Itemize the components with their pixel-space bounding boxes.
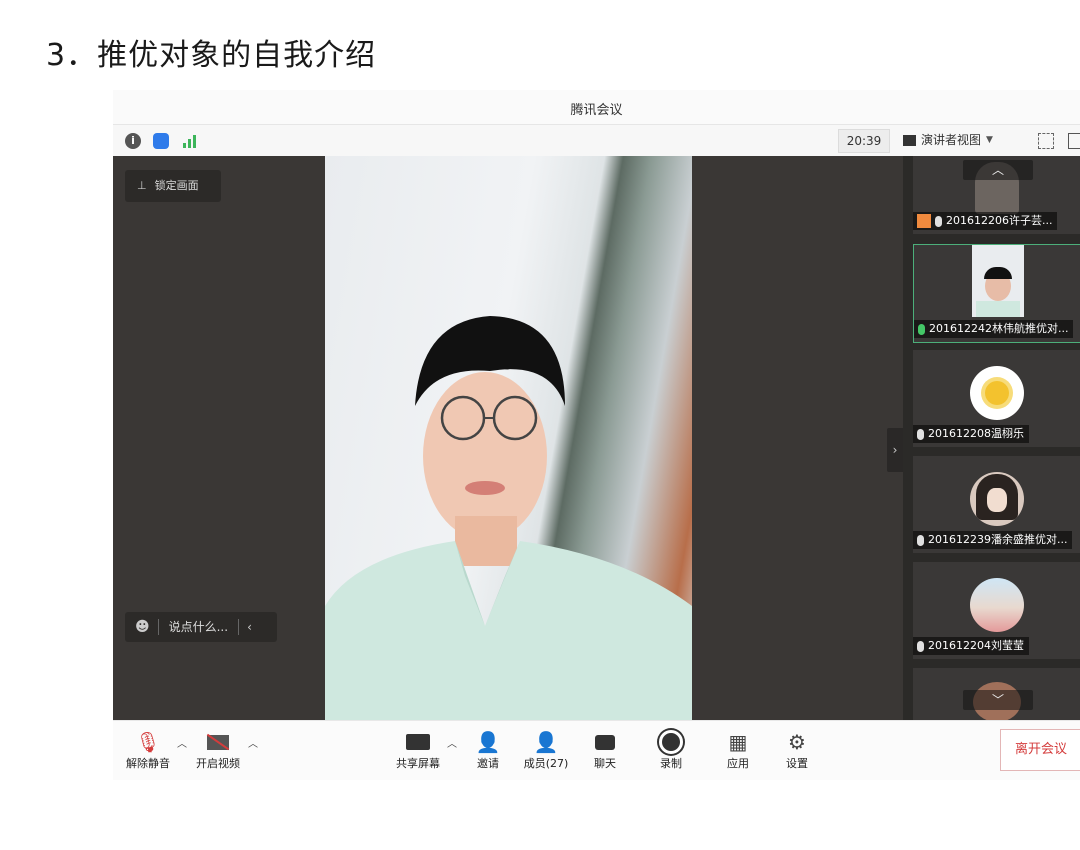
share-options-chevron-icon[interactable]: ︿ (447, 735, 457, 750)
audio-options-chevron-icon[interactable]: ︿ (177, 735, 187, 750)
participant-label: 201612206许子芸... (913, 212, 1058, 230)
leave-meeting-button[interactable]: 离开会议 (1000, 729, 1080, 771)
top-status-bar: i 20:39 演讲者视图 ▼ (113, 124, 1080, 157)
members-label: 成员(27) (523, 757, 569, 770)
apps-grid-icon: ▦ (728, 730, 748, 754)
participant-label: 201612204刘莹莹 (913, 637, 1029, 655)
share-screen-icon (391, 729, 445, 755)
chat-label: 聊天 (594, 757, 616, 770)
members-button[interactable]: 👤 成员(27) (518, 729, 574, 771)
apps-label: 应用 (727, 757, 749, 770)
speaker-stage: ⊥ 锁定画面 ☻ 说点什么... ‹ › (113, 156, 903, 720)
video-options-chevron-icon[interactable]: ︿ (248, 735, 258, 750)
window-title: 腾讯会议 (570, 103, 623, 118)
participant-label: 201612239潘余盛推优对... (913, 531, 1073, 549)
lock-screen-label: 锁定画面 (154, 179, 199, 192)
mic-muted-icon (917, 428, 924, 440)
unmute-label: 解除静音 (126, 757, 170, 770)
participant-sidebar: ︿ 201612206许子芸... 201612242林伟航推优对... 201… (903, 156, 1080, 720)
chat-placeholder: 说点什么... (168, 620, 229, 634)
scroll-down-button[interactable]: ﹀ (963, 690, 1033, 710)
record-label: 录制 (660, 757, 682, 770)
anime-avatar (970, 472, 1024, 526)
participant-name: 201612242林伟航推优对... (929, 322, 1069, 335)
share-screen-button[interactable]: 共享屏幕 (391, 729, 445, 771)
unmute-button[interactable]: 🎙 解除静音 (123, 729, 173, 771)
mic-off-icon: 🎙 (135, 730, 161, 754)
participant-tile[interactable]: ︿ 201612206许子芸... (913, 156, 1080, 234)
scroll-up-button[interactable]: ︿ (963, 160, 1033, 180)
settings-button[interactable]: ⚙ 设置 (777, 729, 817, 771)
participant-name: 201612206许子芸... (946, 214, 1053, 227)
photo-avatar (970, 578, 1024, 632)
share-screen-label: 共享屏幕 (396, 757, 440, 770)
chevron-down-icon: ﹀ (991, 693, 1004, 707)
chat-input-bar[interactable]: ☻ 说点什么... ‹ (125, 612, 277, 642)
participant-tile[interactable]: ﹀ (913, 668, 1080, 720)
participant-label: 201612208温栩乐 (913, 425, 1029, 443)
chevron-right-icon: › (892, 443, 898, 457)
participant-tile[interactable]: 201612204刘莹莹 (913, 562, 1080, 659)
start-video-button[interactable]: 开启视频 (193, 729, 243, 771)
sidebar-toggle-button[interactable]: › (887, 428, 903, 472)
meeting-clock: 20:39 (838, 129, 890, 153)
add-user-icon: 👤 (475, 730, 501, 754)
view-mode-dropdown[interactable]: 演讲者视图 ▼ (903, 129, 993, 151)
mic-active-icon (918, 323, 925, 335)
mic-muted-icon (935, 215, 942, 227)
participant-tile[interactable]: 201612239潘余盛推优对... (913, 456, 1080, 553)
members-icon: 👤 (533, 730, 559, 754)
emoji-icon[interactable]: ☻ (135, 612, 150, 642)
window-icon[interactable] (1068, 133, 1080, 149)
participant-name: 201612204刘莹莹 (928, 639, 1024, 652)
gear-icon: ⚙ (788, 730, 806, 754)
info-icon[interactable]: i (125, 133, 141, 149)
participant-name: 201612239潘余盛推优对... (928, 533, 1068, 546)
sun-avatar (970, 366, 1024, 420)
invite-label: 邀请 (477, 757, 499, 770)
mic-muted-icon (917, 534, 924, 546)
participant-label: 201612242林伟航推优对... (914, 320, 1074, 338)
user-icon (917, 214, 931, 228)
mic-muted-icon (917, 640, 924, 652)
speaker-person (325, 316, 692, 720)
bottom-toolbar: 🎙 解除静音 ︿ 开启视频 ︿ 共享屏幕 ︿ 👤 邀请 👤 成员(27) 聊天 … (113, 720, 1080, 780)
chat-icon (585, 729, 625, 755)
camera-off-icon (193, 729, 243, 755)
participant-tile-active[interactable]: 201612242林伟航推优对... (913, 244, 1080, 343)
layout-icon (903, 134, 916, 146)
apps-button[interactable]: ▦ 应用 (718, 729, 758, 771)
pin-icon: ⊥ (137, 179, 147, 192)
lock-screen-button[interactable]: ⊥ 锁定画面 (125, 170, 221, 202)
participant-tile[interactable]: 201612208温栩乐 (913, 350, 1080, 447)
record-button[interactable]: 录制 (651, 729, 691, 771)
record-icon (651, 729, 691, 755)
chevron-down-icon: ▼ (986, 135, 993, 145)
view-mode-label: 演讲者视图 (921, 133, 982, 147)
start-video-label: 开启视频 (196, 757, 240, 770)
settings-label: 设置 (786, 757, 808, 770)
document-heading: 3．推优对象的自我介绍 (46, 38, 377, 73)
speaker-video (325, 156, 692, 720)
collapse-chat-icon[interactable]: ‹ (247, 612, 252, 642)
invite-button[interactable]: 👤 邀请 (468, 729, 508, 771)
fullscreen-icon[interactable] (1038, 133, 1054, 149)
participant-name: 201612208温栩乐 (928, 427, 1024, 440)
chevron-up-icon: ︿ (991, 163, 1004, 177)
meeting-window: 腾讯会议 i 20:39 演讲者视图 ▼ ⊥ 锁定画面 ☻ 说点什么... ‹ … (113, 90, 1080, 780)
shield-icon[interactable] (153, 133, 169, 149)
signal-icon[interactable] (183, 134, 201, 148)
chat-button[interactable]: 聊天 (585, 729, 625, 771)
title-bar: 腾讯会议 (113, 90, 1080, 124)
